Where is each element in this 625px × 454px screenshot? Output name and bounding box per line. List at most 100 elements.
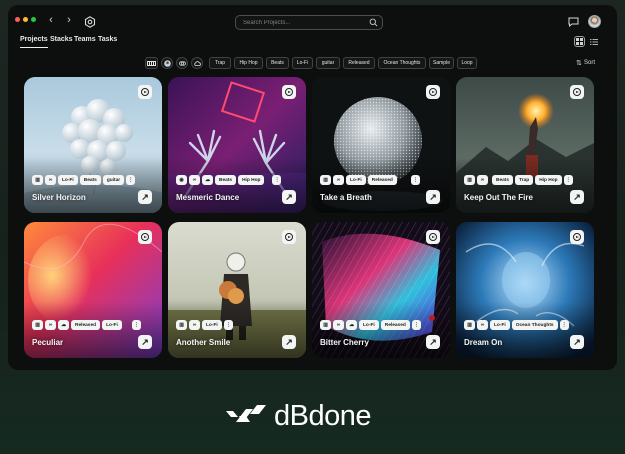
tag-chip[interactable]: Released — [380, 320, 410, 330]
tab-teams[interactable]: Teams — [74, 36, 96, 43]
link-icon[interactable]: ∞ — [45, 320, 56, 330]
filter-chip-loop[interactable]: Loop — [457, 57, 477, 69]
open-project-button[interactable]: ↗ — [282, 190, 296, 204]
play-button[interactable] — [138, 85, 152, 99]
filter-chip-hip-hop[interactable]: Hip Hop — [234, 57, 263, 69]
tag-chip[interactable]: Trap — [515, 175, 534, 185]
tag-chip[interactable]: Released — [71, 320, 101, 330]
waveform-icon[interactable]: ▥ — [320, 175, 331, 185]
play-button[interactable] — [282, 230, 296, 244]
open-project-button[interactable]: ↗ — [570, 190, 584, 204]
tag-chip[interactable]: Lo-Fi — [202, 320, 222, 330]
tag-chip[interactable]: Lo-Fi — [359, 320, 379, 330]
tag-chip[interactable]: guitar — [102, 175, 125, 185]
project-card[interactable]: ▥ ∞ ☁ Released Lo-Fi ⋮ Peculiar ↗ — [24, 222, 162, 358]
search-bar[interactable] — [235, 15, 383, 30]
more-options-icon[interactable]: ⋮ — [223, 320, 233, 330]
link-icon[interactable]: ∞ — [477, 175, 488, 185]
project-card[interactable]: ▥ ∞ Lo-Fi ⋮ Another Smile ↗ — [168, 222, 306, 358]
avatar-icon[interactable]: ◉ — [176, 175, 187, 185]
project-card[interactable]: ▥ ∞ Lo-Fi Released ⋮ Take a Breath ↗ — [312, 77, 450, 213]
maximize-window-button[interactable] — [31, 17, 36, 22]
open-project-button[interactable]: ↗ — [282, 335, 296, 349]
tag-chip[interactable]: Lo-Fi — [346, 175, 366, 185]
filter-chip-guitar[interactable]: guitar — [316, 57, 340, 69]
play-button[interactable] — [138, 230, 152, 244]
play-button[interactable] — [282, 85, 296, 99]
open-project-button[interactable]: ↗ — [138, 190, 152, 204]
tag-chip[interactable]: Beats — [79, 175, 101, 185]
forward-icon[interactable]: › — [62, 14, 76, 26]
project-card[interactable]: ▥ ∞ Beats Trap Hip Hop ⋮ Keep Out The Fi… — [456, 77, 594, 213]
tag-chip[interactable]: Ocean Thoughts — [511, 320, 558, 330]
project-card[interactable]: ◉ ∞ ☁ Beats Hip Hop ⋮ Mesmeric Dance ↗ — [168, 77, 306, 213]
link-icon[interactable]: ∞ — [333, 320, 344, 330]
link-icon[interactable]: ∞ — [477, 320, 488, 330]
filter-cloud[interactable] — [191, 57, 203, 69]
back-icon[interactable]: ‹ — [44, 14, 58, 26]
filter-avatar[interactable] — [161, 57, 173, 69]
tag-chip[interactable]: Beats — [215, 175, 237, 185]
waveform-icon[interactable]: ▥ — [32, 320, 43, 330]
play-button[interactable] — [426, 85, 440, 99]
open-project-button[interactable]: ↗ — [426, 335, 440, 349]
link-icon[interactable]: ∞ — [189, 175, 200, 185]
filter-chip-beats[interactable]: Beats — [266, 57, 289, 69]
cloud-icon[interactable]: ☁ — [58, 320, 69, 330]
user-avatar[interactable] — [588, 15, 601, 28]
tag-chip[interactable]: Lo-Fi — [102, 320, 122, 330]
link-icon[interactable]: ∞ — [189, 320, 200, 330]
filter-chip-ocean-thoughts[interactable]: Ocean Thoughts — [378, 57, 426, 69]
project-card[interactable]: ▥ ∞ Lo-Fi Ocean Thoughts ⋮ Dream On ↗ — [456, 222, 594, 358]
link-icon[interactable]: ∞ — [45, 175, 56, 185]
more-options-icon[interactable]: ⋮ — [410, 175, 420, 185]
filter-chip-trap[interactable]: Trap — [209, 57, 231, 69]
close-window-button[interactable] — [15, 17, 20, 22]
play-button[interactable] — [426, 230, 440, 244]
filter-chip-lo-fi[interactable]: Lo-Fi — [292, 57, 313, 69]
tab-tasks[interactable]: Tasks — [98, 36, 117, 43]
waveform-icon[interactable]: ▥ — [320, 320, 331, 330]
open-project-button[interactable]: ↗ — [570, 335, 584, 349]
more-options-icon[interactable]: ⋮ — [411, 320, 421, 330]
chat-icon[interactable] — [568, 17, 579, 27]
more-options-icon[interactable]: ⋮ — [559, 320, 569, 330]
more-options-icon[interactable]: ⋮ — [563, 175, 573, 185]
tag-chip[interactable]: Hip Hop — [238, 175, 265, 185]
tab-stacks[interactable]: Stacks — [50, 36, 73, 43]
more-options-icon[interactable]: ⋮ — [126, 175, 136, 185]
filter-chip-released[interactable]: Released — [343, 57, 375, 69]
tab-projects[interactable]: Projects — [20, 36, 48, 48]
waveform-icon[interactable]: ▥ — [32, 175, 43, 185]
open-project-button[interactable]: ↗ — [426, 190, 440, 204]
waveform-icon[interactable]: ▥ — [176, 320, 187, 330]
waveform-icon[interactable]: ▥ — [464, 320, 475, 330]
tag-chip[interactable]: Hip Hop — [535, 175, 562, 185]
tag-chip[interactable]: Lo-Fi — [490, 320, 510, 330]
sort-button[interactable]: Sort — [584, 60, 595, 66]
search-input[interactable] — [243, 17, 361, 29]
play-button[interactable] — [570, 85, 584, 99]
search-icon[interactable] — [369, 18, 378, 27]
settings-icon[interactable] — [84, 16, 96, 28]
grid-view-button[interactable] — [574, 36, 585, 47]
list-view-icon[interactable] — [590, 39, 598, 45]
minimize-window-button[interactable] — [23, 17, 28, 22]
project-card[interactable]: ▥ ∞ ☁ Lo-Fi Released ⋮ Bitter Cherry ↗ — [312, 222, 450, 358]
filter-link[interactable] — [176, 57, 188, 69]
tag-chip[interactable]: Lo-Fi — [58, 175, 78, 185]
project-card[interactable]: ▥ ∞ Lo-Fi Beats guitar ⋮ Silver Horizon … — [24, 77, 162, 213]
more-options-icon[interactable]: ⋮ — [131, 320, 141, 330]
cloud-icon[interactable]: ☁ — [346, 320, 357, 330]
more-options-icon[interactable]: ⋮ — [272, 175, 282, 185]
filter-waveform[interactable] — [145, 57, 158, 69]
link-icon[interactable]: ∞ — [333, 175, 344, 185]
tag-chip[interactable]: Beats — [492, 175, 514, 185]
cloud-icon[interactable]: ☁ — [202, 175, 213, 185]
open-project-button[interactable]: ↗ — [138, 335, 152, 349]
tag-chip[interactable]: Released — [367, 175, 397, 185]
sort-icon[interactable]: ⇅ — [576, 59, 582, 67]
play-button[interactable] — [570, 230, 584, 244]
waveform-icon[interactable]: ▥ — [464, 175, 475, 185]
filter-chip-sample[interactable]: Sample — [429, 57, 454, 69]
